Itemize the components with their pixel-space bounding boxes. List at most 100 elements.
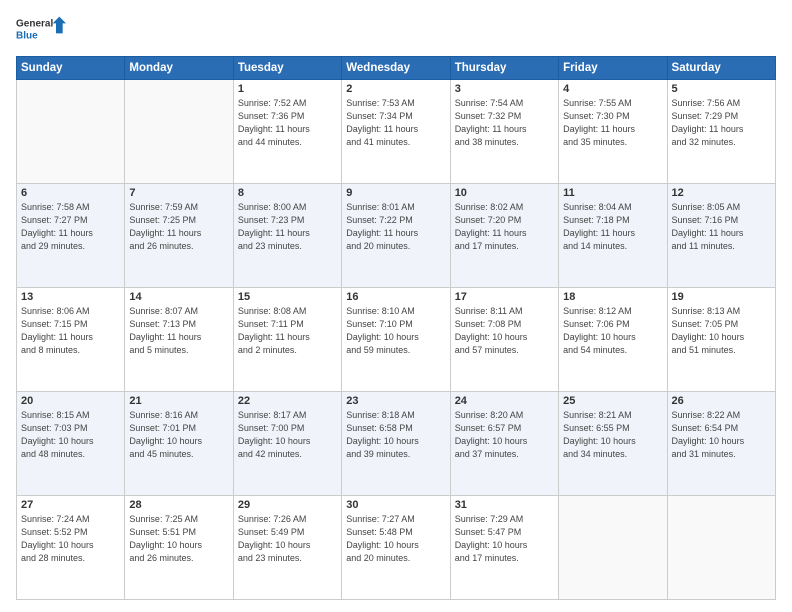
day-info: Sunrise: 7:25 AM Sunset: 5:51 PM Dayligh… (129, 513, 228, 565)
calendar-cell: 2 Sunrise: 7:53 AM Sunset: 7:34 PM Daylig… (342, 80, 450, 184)
day-info: Sunrise: 8:11 AM Sunset: 7:08 PM Dayligh… (455, 305, 554, 357)
calendar-cell: 26 Sunrise: 8:22 AM Sunset: 6:54 PM Dayli… (667, 392, 775, 496)
calendar-cell (559, 496, 667, 600)
calendar-cell: 17 Sunrise: 8:11 AM Sunset: 7:08 PM Dayli… (450, 288, 558, 392)
day-number: 5 (672, 83, 771, 95)
calendar-cell: 1 Sunrise: 7:52 AM Sunset: 7:36 PM Daylig… (233, 80, 341, 184)
calendar-cell: 4 Sunrise: 7:55 AM Sunset: 7:30 PM Daylig… (559, 80, 667, 184)
calendar-cell: 23 Sunrise: 8:18 AM Sunset: 6:58 PM Dayli… (342, 392, 450, 496)
day-info: Sunrise: 8:18 AM Sunset: 6:58 PM Dayligh… (346, 409, 445, 461)
day-number: 22 (238, 395, 337, 407)
calendar-cell: 31 Sunrise: 7:29 AM Sunset: 5:47 PM Dayli… (450, 496, 558, 600)
day-number: 9 (346, 187, 445, 199)
day-info: Sunrise: 7:27 AM Sunset: 5:48 PM Dayligh… (346, 513, 445, 565)
day-number: 31 (455, 499, 554, 511)
day-number: 20 (21, 395, 120, 407)
day-info: Sunrise: 8:13 AM Sunset: 7:05 PM Dayligh… (672, 305, 771, 357)
day-info: Sunrise: 8:12 AM Sunset: 7:06 PM Dayligh… (563, 305, 662, 357)
day-info: Sunrise: 7:26 AM Sunset: 5:49 PM Dayligh… (238, 513, 337, 565)
calendar-table: SundayMondayTuesdayWednesdayThursdayFrid… (16, 56, 776, 600)
day-info: Sunrise: 8:04 AM Sunset: 7:18 PM Dayligh… (563, 201, 662, 253)
day-info: Sunrise: 8:15 AM Sunset: 7:03 PM Dayligh… (21, 409, 120, 461)
day-number: 1 (238, 83, 337, 95)
calendar-cell: 15 Sunrise: 8:08 AM Sunset: 7:11 PM Dayli… (233, 288, 341, 392)
day-number: 6 (21, 187, 120, 199)
week-row-4: 20 Sunrise: 8:15 AM Sunset: 7:03 PM Dayli… (17, 392, 776, 496)
logo: General Blue (16, 12, 66, 48)
day-number: 16 (346, 291, 445, 303)
calendar-cell: 8 Sunrise: 8:00 AM Sunset: 7:23 PM Daylig… (233, 184, 341, 288)
day-info: Sunrise: 8:01 AM Sunset: 7:22 PM Dayligh… (346, 201, 445, 253)
day-number: 29 (238, 499, 337, 511)
calendar-cell: 29 Sunrise: 7:26 AM Sunset: 5:49 PM Dayli… (233, 496, 341, 600)
calendar-cell: 20 Sunrise: 8:15 AM Sunset: 7:03 PM Dayli… (17, 392, 125, 496)
day-info: Sunrise: 8:16 AM Sunset: 7:01 PM Dayligh… (129, 409, 228, 461)
col-header-thursday: Thursday (450, 57, 558, 80)
day-number: 13 (21, 291, 120, 303)
day-number: 17 (455, 291, 554, 303)
calendar-cell: 18 Sunrise: 8:12 AM Sunset: 7:06 PM Dayli… (559, 288, 667, 392)
day-info: Sunrise: 7:24 AM Sunset: 5:52 PM Dayligh… (21, 513, 120, 565)
calendar-cell: 27Sunrise: 7:24 AM Sunset: 5:52 PM Dayli… (17, 496, 125, 600)
calendar-cell: 28 Sunrise: 7:25 AM Sunset: 5:51 PM Dayli… (125, 496, 233, 600)
day-number: 4 (563, 83, 662, 95)
calendar-cell: 11 Sunrise: 8:04 AM Sunset: 7:18 PM Dayli… (559, 184, 667, 288)
day-info: Sunrise: 8:07 AM Sunset: 7:13 PM Dayligh… (129, 305, 228, 357)
day-number: 26 (672, 395, 771, 407)
day-info: Sunrise: 8:06 AM Sunset: 7:15 PM Dayligh… (21, 305, 120, 357)
calendar-cell: 14Sunrise: 8:07 AM Sunset: 7:13 PM Dayli… (125, 288, 233, 392)
day-number: 2 (346, 83, 445, 95)
day-number: 12 (672, 187, 771, 199)
calendar-header-row: SundayMondayTuesdayWednesdayThursdayFrid… (17, 57, 776, 80)
calendar-cell: 24 Sunrise: 8:20 AM Sunset: 6:57 PM Dayli… (450, 392, 558, 496)
week-row-1: 1 Sunrise: 7:52 AM Sunset: 7:36 PM Daylig… (17, 80, 776, 184)
day-number: 19 (672, 291, 771, 303)
day-number: 15 (238, 291, 337, 303)
day-number: 10 (455, 187, 554, 199)
day-info: Sunrise: 7:59 AM Sunset: 7:25 PM Dayligh… (129, 201, 228, 253)
week-row-2: 6Sunrise: 7:58 AM Sunset: 7:27 PM Daylig… (17, 184, 776, 288)
col-header-sunday: Sunday (17, 57, 125, 80)
calendar-cell: 21 Sunrise: 8:16 AM Sunset: 7:01 PM Dayli… (125, 392, 233, 496)
day-info: Sunrise: 7:55 AM Sunset: 7:30 PM Dayligh… (563, 97, 662, 149)
day-number: 25 (563, 395, 662, 407)
calendar-cell (125, 80, 233, 184)
day-info: Sunrise: 7:29 AM Sunset: 5:47 PM Dayligh… (455, 513, 554, 565)
calendar-cell: 16 Sunrise: 8:10 AM Sunset: 7:10 PM Dayli… (342, 288, 450, 392)
day-info: Sunrise: 8:22 AM Sunset: 6:54 PM Dayligh… (672, 409, 771, 461)
col-header-saturday: Saturday (667, 57, 775, 80)
week-row-3: 13 Sunrise: 8:06 AM Sunset: 7:15 PM Dayli… (17, 288, 776, 392)
page: General Blue SundayMondayTuesdayWednesda… (0, 0, 792, 612)
day-info: Sunrise: 7:56 AM Sunset: 7:29 PM Dayligh… (672, 97, 771, 149)
day-info: Sunrise: 8:20 AM Sunset: 6:57 PM Dayligh… (455, 409, 554, 461)
calendar-cell: 6Sunrise: 7:58 AM Sunset: 7:27 PM Daylig… (17, 184, 125, 288)
calendar-cell: 9 Sunrise: 8:01 AM Sunset: 7:22 PM Daylig… (342, 184, 450, 288)
day-number: 28 (129, 499, 228, 511)
day-info: Sunrise: 8:08 AM Sunset: 7:11 PM Dayligh… (238, 305, 337, 357)
svg-text:Blue: Blue (16, 30, 38, 41)
col-header-friday: Friday (559, 57, 667, 80)
day-number: 24 (455, 395, 554, 407)
day-number: 3 (455, 83, 554, 95)
day-number: 21 (129, 395, 228, 407)
day-info: Sunrise: 8:05 AM Sunset: 7:16 PM Dayligh… (672, 201, 771, 253)
day-info: Sunrise: 8:21 AM Sunset: 6:55 PM Dayligh… (563, 409, 662, 461)
calendar-cell (17, 80, 125, 184)
day-number: 11 (563, 187, 662, 199)
day-info: Sunrise: 7:54 AM Sunset: 7:32 PM Dayligh… (455, 97, 554, 149)
calendar-cell: 19 Sunrise: 8:13 AM Sunset: 7:05 PM Dayli… (667, 288, 775, 392)
calendar-cell: 5 Sunrise: 7:56 AM Sunset: 7:29 PM Daylig… (667, 80, 775, 184)
logo-svg: General Blue (16, 12, 66, 48)
day-info: Sunrise: 8:00 AM Sunset: 7:23 PM Dayligh… (238, 201, 337, 253)
day-info: Sunrise: 7:52 AM Sunset: 7:36 PM Dayligh… (238, 97, 337, 149)
day-info: Sunrise: 7:53 AM Sunset: 7:34 PM Dayligh… (346, 97, 445, 149)
day-number: 7 (129, 187, 228, 199)
col-header-tuesday: Tuesday (233, 57, 341, 80)
day-number: 8 (238, 187, 337, 199)
header: General Blue (16, 12, 776, 48)
day-info: Sunrise: 8:10 AM Sunset: 7:10 PM Dayligh… (346, 305, 445, 357)
week-row-5: 27Sunrise: 7:24 AM Sunset: 5:52 PM Dayli… (17, 496, 776, 600)
day-number: 23 (346, 395, 445, 407)
day-number: 18 (563, 291, 662, 303)
calendar-cell: 13 Sunrise: 8:06 AM Sunset: 7:15 PM Dayli… (17, 288, 125, 392)
